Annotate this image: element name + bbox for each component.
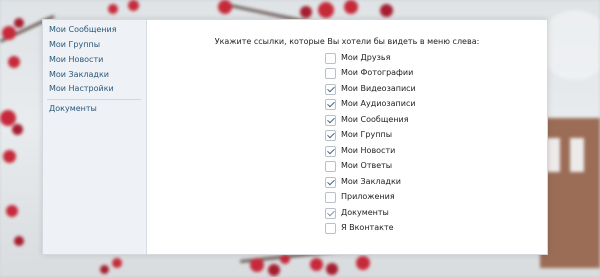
checkbox[interactable] xyxy=(325,208,336,219)
option-label: Мои Сообщения xyxy=(341,115,409,124)
menu-options-content: Укажите ссылки, которые Вы хотели бы вид… xyxy=(147,20,547,254)
settings-panel: Мои Сообщения Мои Группы Мои Новости Мои… xyxy=(42,19,548,255)
sidebar: Мои Сообщения Мои Группы Мои Новости Мои… xyxy=(43,20,147,254)
checkbox[interactable] xyxy=(325,146,336,157)
option-label: Мои Видеозаписи xyxy=(341,84,416,93)
option-label: Приложения xyxy=(341,192,395,201)
checkbox[interactable] xyxy=(325,130,336,141)
sidebar-divider xyxy=(47,99,141,100)
checkbox[interactable] xyxy=(325,68,336,79)
option-label: Документы xyxy=(341,208,389,217)
option-label: Мои Новости xyxy=(341,146,396,155)
checkbox[interactable] xyxy=(325,53,336,64)
checkbox[interactable] xyxy=(325,84,336,95)
option-label: Мои Закладки xyxy=(341,177,401,186)
checkbox[interactable] xyxy=(325,223,336,234)
option-label: Мои Фотографии xyxy=(341,68,414,77)
menu-options-heading: Укажите ссылки, которые Вы хотели бы вид… xyxy=(214,37,480,46)
sidebar-item-groups[interactable]: Мои Группы xyxy=(49,40,100,50)
option-label: Мои Друзья xyxy=(341,53,391,62)
sidebar-item-bookmarks[interactable]: Мои Закладки xyxy=(49,70,109,80)
checkbox[interactable] xyxy=(325,115,336,126)
checkbox[interactable] xyxy=(325,192,336,203)
sidebar-item-messages[interactable]: Мои Сообщения xyxy=(49,25,117,35)
checkbox[interactable] xyxy=(325,161,336,172)
checkbox[interactable] xyxy=(325,99,336,110)
sidebar-item-settings[interactable]: Мои Настройки xyxy=(49,84,114,94)
sidebar-item-documents[interactable]: Документы xyxy=(49,104,97,114)
option-label: Мои Ответы xyxy=(341,161,393,170)
option-label: Я Вконтакте xyxy=(341,223,394,232)
sidebar-item-news[interactable]: Мои Новости xyxy=(49,55,103,65)
checkbox[interactable] xyxy=(325,177,336,188)
option-label: Мои Аудиозаписи xyxy=(341,99,416,108)
option-label: Мои Группы xyxy=(341,130,393,139)
